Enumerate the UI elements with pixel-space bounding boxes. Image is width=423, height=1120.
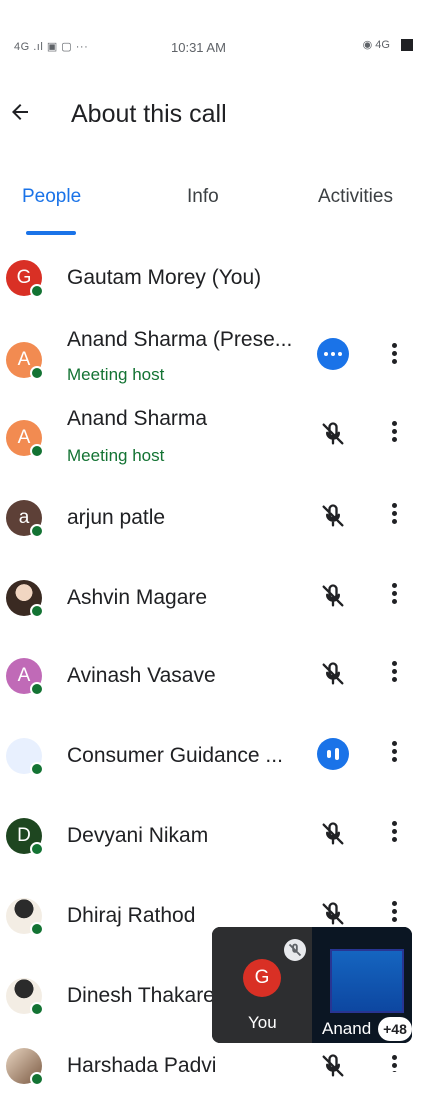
participant-name: Ashvin Magare — [67, 586, 208, 609]
self-label: You — [248, 1013, 277, 1032]
avatar — [6, 580, 44, 618]
participant-row[interactable]: A Anand Sharma (Prese... Meeting host — [0, 320, 423, 400]
online-dot — [30, 284, 44, 298]
participant-row[interactable]: A Avinash Vasave — [0, 640, 423, 720]
status-bar: 4G .ıl ▣ ▢ ··· 10:31 AM ◉ 4G — [0, 0, 423, 60]
participant-name: Devyani Nikam — [67, 824, 209, 847]
mic-off-icon[interactable] — [319, 420, 347, 448]
participant-row[interactable]: A Anand Sharma Meeting host — [0, 400, 423, 480]
mic-off-icon[interactable] — [319, 900, 347, 928]
online-dot — [30, 444, 44, 458]
participant-name: Harshada Padvi — [67, 1054, 217, 1077]
online-dot — [30, 922, 44, 936]
avatar: A — [6, 420, 44, 458]
online-dot — [30, 1072, 44, 1086]
more-options-icon[interactable] — [385, 500, 403, 530]
battery-icon — [401, 39, 413, 52]
mic-off-icon[interactable] — [319, 1052, 347, 1080]
avatar: G — [6, 260, 44, 298]
back-arrow-icon[interactable] — [8, 100, 32, 124]
avatar — [6, 1048, 44, 1086]
online-dot — [30, 604, 44, 618]
participant-role: Meeting host — [67, 446, 165, 465]
tab-people[interactable]: People — [22, 186, 81, 208]
avatar-initial: A — [17, 349, 31, 370]
participant-row[interactable]: Harshada Padvi — [0, 1040, 423, 1120]
online-dot — [30, 842, 44, 856]
more-options-icon[interactable] — [385, 580, 403, 610]
shared-screen-thumbnail — [330, 949, 404, 1013]
online-dot — [30, 366, 44, 380]
avatar — [6, 738, 44, 776]
avatar: D — [6, 818, 44, 856]
online-dot — [30, 1002, 44, 1016]
participant-name: arjun patle — [67, 506, 166, 529]
more-options-icon[interactable] — [385, 418, 403, 448]
avatar-initial: A — [17, 427, 31, 448]
status-icons-left: 4G .ıl ▣ ▢ ··· — [14, 41, 89, 53]
participant-row[interactable]: Consumer Guidance ... — [0, 720, 423, 800]
presenter-label: Anand — [322, 1019, 372, 1038]
mic-off-icon[interactable] — [319, 660, 347, 688]
app-bar: About this call — [0, 80, 423, 154]
avatar-initial: A — [17, 665, 31, 686]
avatar-initial: a — [18, 507, 30, 528]
participant-role: Meeting host — [67, 365, 165, 384]
picture-in-picture-window[interactable]: G You Anand +48 — [212, 927, 412, 1043]
self-tile[interactable]: G You — [212, 927, 312, 1043]
avatar: A — [6, 342, 44, 380]
participant-name: Dhiraj Rathod — [67, 904, 196, 927]
online-dot — [30, 762, 44, 776]
more-options-icon[interactable] — [385, 738, 403, 768]
avatar: A — [6, 658, 44, 696]
participant-name: Consumer Guidance ... — [67, 744, 283, 767]
more-options-icon[interactable] — [385, 1052, 403, 1072]
more-options-icon[interactable] — [385, 818, 403, 848]
participant-name: Anand Sharma (Prese... — [67, 328, 293, 351]
tab-info[interactable]: Info — [187, 186, 219, 208]
mic-off-icon — [284, 939, 306, 961]
participant-row[interactable]: Ashvin Magare — [0, 560, 423, 640]
avatar-initial: G — [16, 267, 32, 288]
online-dot — [30, 524, 44, 538]
participant-row[interactable]: a arjun patle — [0, 480, 423, 560]
avatar: a — [6, 500, 44, 538]
status-icons-right: ◉ 4G — [362, 38, 413, 52]
avatar — [6, 978, 44, 1016]
avatar-initial: D — [17, 825, 31, 846]
online-dot — [30, 682, 44, 696]
avatar — [6, 898, 44, 936]
presenter-tile[interactable]: Anand +48 — [312, 927, 412, 1043]
mic-off-icon[interactable] — [319, 582, 347, 610]
speaking-indicator-icon[interactable] — [317, 338, 349, 370]
page-title: About this call — [71, 100, 227, 128]
speaking-indicator-icon[interactable] — [317, 738, 349, 770]
participant-name: Dinesh Thakare — [67, 984, 215, 1007]
more-options-icon[interactable] — [385, 340, 403, 370]
tab-bar: People Info Activities — [0, 178, 423, 238]
status-time: 10:31 AM — [171, 40, 226, 55]
mic-off-icon[interactable] — [319, 820, 347, 848]
mic-off-icon[interactable] — [319, 502, 347, 530]
more-options-icon[interactable] — [385, 658, 403, 688]
participant-name: Anand Sharma — [67, 407, 208, 430]
participant-row[interactable]: G Gautam Morey (You) — [0, 240, 423, 320]
more-options-icon[interactable] — [385, 898, 403, 928]
active-tab-indicator — [26, 231, 76, 235]
tab-activities[interactable]: Activities — [318, 186, 393, 208]
participant-row[interactable]: D Devyani Nikam — [0, 800, 423, 880]
participant-name: Gautam Morey (You) — [67, 266, 262, 289]
participant-name: Avinash Vasave — [67, 664, 216, 687]
network-indicator: ◉ 4G — [362, 39, 390, 51]
participant-count-badge: +48 — [378, 1017, 412, 1041]
self-avatar: G — [243, 959, 281, 997]
